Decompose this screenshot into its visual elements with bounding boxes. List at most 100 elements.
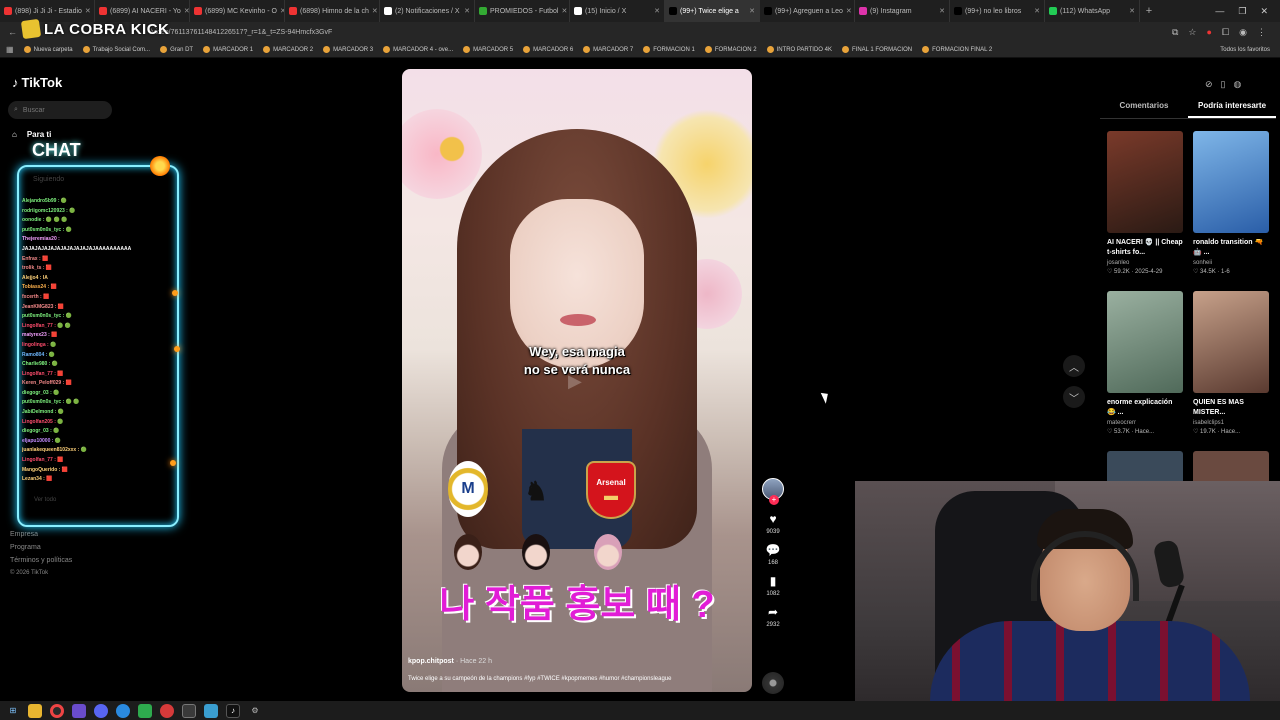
next-video-button[interactable]: ﹀ — [1063, 386, 1085, 408]
bookmark-item[interactable]: Trabajo Social Com... — [82, 46, 150, 53]
browser-tab[interactable]: (99+) no leo libros ✕ — [950, 0, 1045, 22]
share-button[interactable]: ➦ 2932 — [759, 605, 787, 628]
chrome-icon[interactable] — [50, 703, 64, 718]
url-field[interactable]: /video/7611376114841226517?_r=1&_t=ZS-94… — [150, 29, 332, 36]
bookmark-item[interactable]: MARCADOR 3 — [323, 46, 373, 53]
bookmark-item[interactable]: FORMACION FINAL 2 — [922, 46, 992, 53]
new-tab-button[interactable]: + — [1140, 5, 1158, 17]
edge-icon[interactable] — [116, 703, 130, 718]
profile-icon[interactable]: ◉ — [1239, 27, 1247, 38]
tab-comentarios[interactable]: Comentarios — [1100, 101, 1188, 118]
close-tab-icon[interactable]: ✕ — [464, 7, 470, 15]
save-button[interactable]: ▮ 1082 — [759, 574, 787, 597]
user-avatar-icon[interactable]: ◍ — [1234, 79, 1242, 90]
footer-link-programa[interactable]: Programa — [10, 541, 72, 554]
close-tab-icon[interactable]: ✕ — [749, 7, 755, 15]
browser-tab[interactable]: (2) Notificaciones / X ✕ — [380, 0, 475, 22]
creator-avatar[interactable]: + — [762, 478, 784, 505]
close-tab-icon[interactable]: ✕ — [654, 7, 660, 15]
bookmark-item[interactable]: INTRO PARTIDO 4K — [766, 46, 832, 53]
extension-icon[interactable]: ● — [1207, 27, 1212, 38]
tiktok-app-icon[interactable]: ♪ — [226, 703, 240, 718]
red-app-icon[interactable] — [160, 703, 174, 718]
phone-icon[interactable]: ▯ — [1221, 79, 1226, 90]
discord-icon[interactable] — [94, 703, 108, 718]
card-author[interactable]: mateocrerr — [1107, 420, 1183, 426]
tiktok-logo[interactable]: ♪ TikTok — [12, 75, 62, 90]
card-author[interactable]: isabelclips1 — [1193, 420, 1269, 426]
bookmark-star-icon[interactable]: ☆ — [1188, 27, 1196, 38]
card-author[interactable]: josanleo — [1107, 260, 1183, 266]
footer-link-empresa[interactable]: Empresa — [10, 528, 72, 541]
video-thumbnail[interactable] — [1193, 291, 1269, 393]
play-icon[interactable]: ▶ — [568, 371, 590, 393]
bookmark-item[interactable]: MARCADOR 6 — [523, 46, 573, 53]
recommended-video-card[interactable]: ronaldo transition 🔫 🤖 ... sonheii ♡ 34.5K… — [1193, 131, 1269, 275]
card-author[interactable]: sonheii — [1193, 260, 1269, 266]
video-player[interactable]: Wey, esa magia no se verá nunca ▶ M ♞ Ar… — [402, 69, 752, 692]
close-tab-icon[interactable]: ✕ — [372, 7, 378, 15]
browser-tab[interactable]: (6899) AI NACERI - Yo ✕ — [95, 0, 190, 22]
browser-tab[interactable]: (112) WhatsApp ✕ — [1045, 0, 1140, 22]
compass-icon[interactable]: ⊘ — [1205, 79, 1213, 90]
app-grid-icon[interactable] — [72, 703, 86, 718]
author-name[interactable]: kpop.chitpost — [408, 658, 454, 665]
extensions-puzzle-icon[interactable]: ⧠ — [1222, 27, 1229, 38]
cast-icon[interactable]: ⧉ — [1172, 27, 1178, 38]
comment-button[interactable]: 💬 168 — [759, 543, 787, 566]
windows-start-icon[interactable]: ⊞ — [6, 704, 20, 718]
follow-plus-icon[interactable]: + — [769, 495, 779, 505]
close-tab-icon[interactable]: ✕ — [846, 7, 852, 15]
bookmark-item[interactable]: MARCADOR 5 — [463, 46, 513, 53]
close-tab-icon[interactable]: ✕ — [1034, 7, 1040, 15]
browser-tab[interactable]: (898) Ji Ji Ji - Estadio ✕ — [0, 0, 95, 22]
bookmark-item[interactable]: MARCADOR 1 — [203, 46, 253, 53]
music-disc-icon[interactable] — [762, 672, 784, 694]
recommended-video-card[interactable]: AI NACERI 💀 || Cheap t-shirts fo... josan… — [1107, 131, 1183, 275]
notes-icon[interactable] — [204, 703, 218, 718]
close-tab-icon[interactable]: ✕ — [561, 7, 567, 15]
all-bookmarks-button[interactable]: Todos los favoritos — [1220, 47, 1280, 53]
card-thumbnail-partial[interactable] — [1193, 451, 1269, 481]
browser-tab[interactable]: (99+) Agreguen a Leo ✕ — [760, 0, 855, 22]
browser-tab[interactable]: (15) Inicio / X ✕ — [570, 0, 665, 22]
tab-podria-interesarte[interactable]: Podría interesarte — [1188, 101, 1276, 118]
video-thumbnail[interactable] — [1107, 131, 1183, 233]
green-app-icon[interactable] — [138, 703, 152, 718]
maximize-icon[interactable]: ❐ — [1238, 6, 1246, 17]
bookmark-item[interactable]: MARCADOR 7 — [583, 46, 633, 53]
file-explorer-icon[interactable] — [28, 703, 42, 718]
sidebar-item-para-ti[interactable]: ⌂ Para ti — [12, 130, 51, 139]
obs-icon[interactable] — [182, 703, 196, 718]
bookmark-item[interactable]: MARCADOR 2 — [263, 46, 313, 53]
footer-link-terminos[interactable]: Términos y políticas — [10, 554, 72, 567]
close-tab-icon[interactable]: ✕ — [939, 7, 945, 15]
video-thumbnail[interactable] — [1193, 131, 1269, 233]
bookmark-item[interactable]: FINAL 1 FORMACION — [841, 46, 912, 53]
minimize-icon[interactable]: — — [1215, 6, 1224, 17]
card-title[interactable]: ronaldo transition 🔫 🤖 ... — [1193, 238, 1269, 258]
browser-tab[interactable]: (6899) MC Kevinho - O✕ — [190, 0, 285, 22]
browser-tab[interactable]: (99+) Twice elige a ✕ — [665, 0, 760, 22]
prev-video-button[interactable]: ︿ — [1063, 355, 1085, 377]
bookmark-item[interactable]: MARCADOR 4 - ove... — [383, 46, 453, 53]
apps-grid-icon[interactable]: ▦ — [6, 45, 14, 54]
bookmark-item[interactable]: FORMACION 1 — [643, 46, 695, 53]
like-button[interactable]: ♥ 9039 — [759, 512, 787, 535]
close-window-icon[interactable]: ✕ — [1260, 6, 1268, 17]
card-title[interactable]: enorme explicación 😂 ... — [1107, 398, 1183, 418]
recommended-video-card[interactable]: enorme explicación 😂 ... mateocrerr ♡ 53.7… — [1107, 291, 1183, 435]
card-thumbnail-partial[interactable] — [1107, 451, 1183, 481]
close-tab-icon[interactable]: ✕ — [85, 7, 91, 15]
browser-tab[interactable]: PROMIEDOS - Futbol ✕ — [475, 0, 570, 22]
card-title[interactable]: AI NACERI 💀 || Cheap t-shirts fo... — [1107, 238, 1183, 258]
bookmark-item[interactable]: FORMACION 2 — [704, 46, 757, 53]
search-input[interactable]: ⌕ Buscar — [8, 101, 112, 119]
recommended-video-card[interactable]: QUIEN ES MAS MISTER... isabelclips1 ♡ 19.7… — [1193, 291, 1269, 435]
video-author[interactable]: kpop.chitpost · Hace 22 h — [408, 658, 492, 665]
browser-tab[interactable]: (9) Instagram ✕ — [855, 0, 950, 22]
settings-icon[interactable]: ⚙ — [248, 704, 262, 718]
close-tab-icon[interactable]: ✕ — [1129, 7, 1135, 15]
bookmark-item[interactable]: Nueva carpeta — [23, 46, 73, 53]
bookmark-item[interactable]: Gran DT — [160, 46, 193, 53]
